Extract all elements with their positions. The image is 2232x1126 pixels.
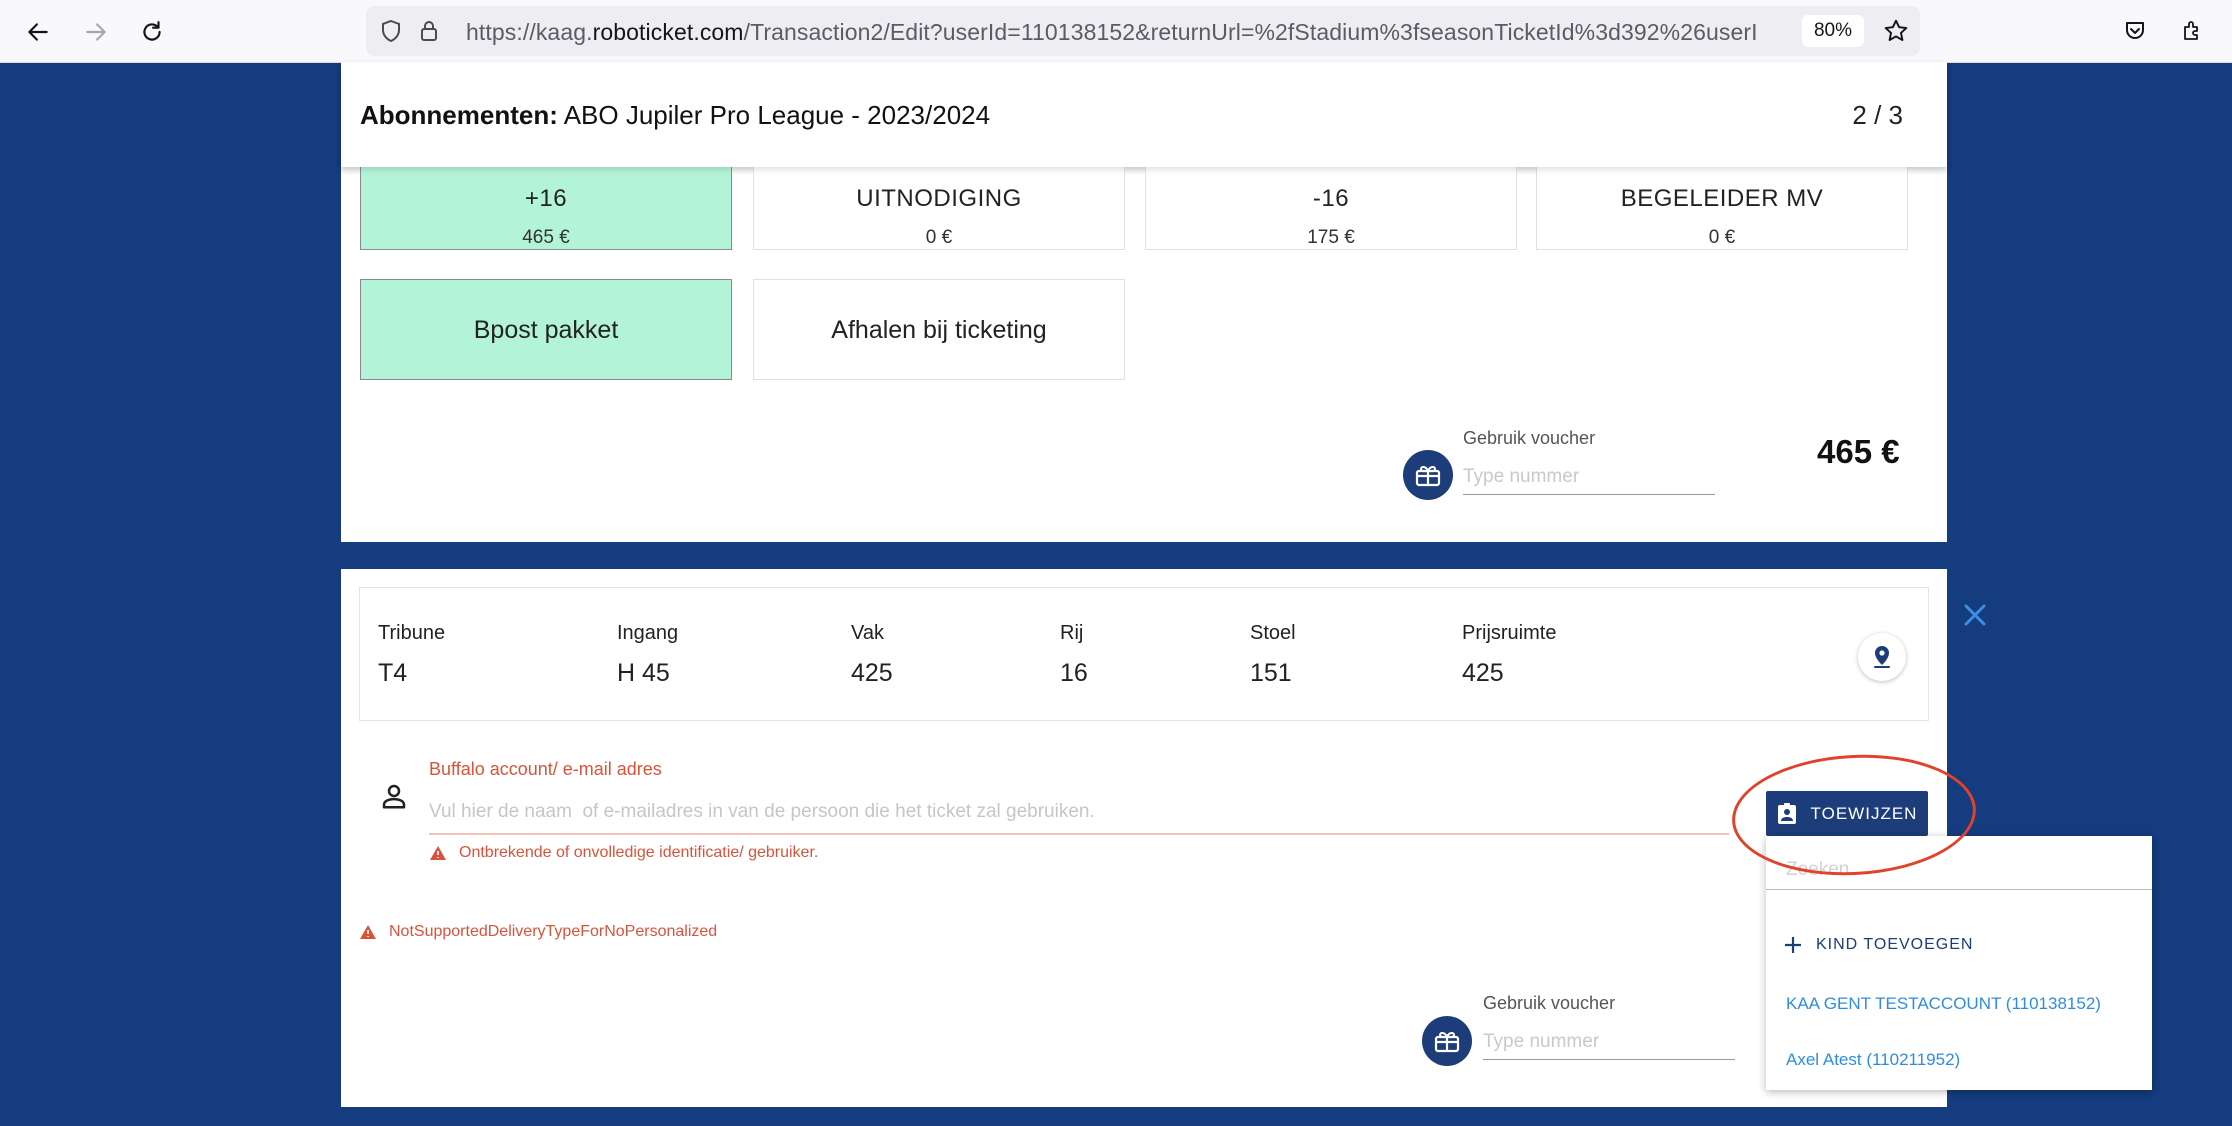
seat-assignment-card: Tribune T4 Ingang H 45 Vak 425 Rij 16 St… xyxy=(341,569,1947,1107)
email-field-label: Buffalo account/ e-mail adres xyxy=(429,759,662,779)
delivery-option-afhalen[interactable]: Afhalen bij ticketing xyxy=(753,279,1125,380)
address-bar[interactable]: https://kaag.roboticket.com/Transaction2… xyxy=(366,6,1920,56)
seat-label: Vak xyxy=(851,622,884,644)
option-name: BEGELEIDER MV xyxy=(1620,185,1824,212)
seat-value: 425 xyxy=(851,659,893,687)
seat-prijsruimte: Prijsruimte 425 xyxy=(1462,622,1556,688)
option-name: Bpost pakket xyxy=(473,316,619,344)
option-price: 0 € xyxy=(1708,227,1736,248)
option-price: 0 € xyxy=(925,227,953,248)
seat-value: H 45 xyxy=(617,659,670,687)
voucher-label: Gebruik voucher xyxy=(1483,993,1616,1013)
map-pin-icon[interactable] xyxy=(1858,633,1906,681)
seat-label: Stoel xyxy=(1250,622,1296,644)
error-text: Ontbrekende of onvolledige identificatie… xyxy=(459,844,819,861)
shield-icon[interactable] xyxy=(378,18,404,44)
delivery-error-message: NotSupportedDeliveryTypeForNoPersonalize… xyxy=(359,923,717,941)
extensions-icon[interactable] xyxy=(2178,16,2208,46)
subscription-card: Abonnementen: ABO Jupiler Pro League - 2… xyxy=(341,62,1947,542)
seat-tribune: Tribune T4 xyxy=(378,622,445,688)
pocket-icon[interactable] xyxy=(2120,16,2150,46)
plus-icon xyxy=(1785,937,1801,953)
seat-value: 425 xyxy=(1462,659,1504,687)
option-name: UITNODIGING xyxy=(856,185,1022,212)
add-child-item[interactable]: KIND TOEVOEGEN xyxy=(1784,936,1973,954)
warning-icon xyxy=(430,846,446,860)
delivery-option-bpost[interactable]: Bpost pakket xyxy=(360,279,732,380)
subscription-name-overlay: ABO Jupiler Pro League - 2023/2024 xyxy=(563,100,991,130)
seat-value: T4 xyxy=(378,659,408,687)
title-label-overlay: Abonnementen: xyxy=(360,100,558,130)
voucher-gift-icon xyxy=(1422,1016,1472,1066)
reload-icon[interactable] xyxy=(134,14,170,50)
voucher-input[interactable] xyxy=(1483,1025,1735,1060)
email-field[interactable] xyxy=(429,791,1729,835)
zoom-level[interactable]: 80% xyxy=(1802,15,1864,47)
seat-stoel: Stoel 151 xyxy=(1250,622,1296,688)
person-icon xyxy=(379,781,409,816)
option-price: 175 € xyxy=(1307,227,1355,248)
warning-icon xyxy=(360,925,376,939)
id-error-message: Ontbrekende of onvolledige identificatie… xyxy=(429,844,818,862)
voucher-label: Gebruik voucher xyxy=(1463,428,1596,448)
seat-label: Tribune xyxy=(378,622,446,644)
browser-toolbar: https://kaag.roboticket.com/Transaction2… xyxy=(0,0,2232,63)
pager-overlay: 2 / 3 xyxy=(1852,100,1903,130)
url-text[interactable]: https://kaag.roboticket.com/Transaction2… xyxy=(466,19,1756,46)
seat-value: 151 xyxy=(1250,659,1292,687)
seat-value: 16 xyxy=(1060,659,1088,687)
option-name: -16 xyxy=(1312,185,1350,212)
dropdown-account-item[interactable]: KAA GENT TESTACCOUNT (110138152) xyxy=(1786,994,2101,1014)
option-name: Afhalen bij ticketing xyxy=(831,316,1047,344)
lock-icon[interactable] xyxy=(416,18,442,44)
bookmark-star-icon[interactable] xyxy=(1882,17,1910,45)
page-title-overlay: Abonnementen: ABO Jupiler Pro League - 2… xyxy=(360,100,990,131)
option-price: 465 € xyxy=(522,227,570,248)
back-icon[interactable] xyxy=(20,14,56,50)
forward-icon[interactable] xyxy=(78,14,114,50)
close-icon[interactable] xyxy=(1960,600,1992,632)
dropdown-account-item[interactable]: Axel Atest (110211952) xyxy=(1786,1050,1960,1070)
voucher-input[interactable] xyxy=(1463,460,1715,495)
seat-info-box: Tribune T4 Ingang H 45 Vak 425 Rij 16 St… xyxy=(359,587,1929,721)
seat-vak: Vak 425 xyxy=(851,622,893,688)
voucher-gift-icon xyxy=(1403,450,1453,500)
add-child-label: KIND TOEVOEGEN xyxy=(1816,936,1974,953)
card-header-overlay: Abonnementen: ABO Jupiler Pro League - 2… xyxy=(341,62,1947,167)
error-text: NotSupportedDeliveryTypeForNoPersonalize… xyxy=(389,923,718,940)
option-name: +16 xyxy=(524,185,568,212)
seat-rij: Rij 16 xyxy=(1060,622,1088,688)
seat-label: Ingang xyxy=(617,622,679,644)
seat-label: Rij xyxy=(1060,622,1084,644)
seat-label: Prijsruimte xyxy=(1462,622,1557,644)
seat-ingang: Ingang H 45 xyxy=(617,622,678,688)
total-price: 465 € xyxy=(1817,433,1900,470)
